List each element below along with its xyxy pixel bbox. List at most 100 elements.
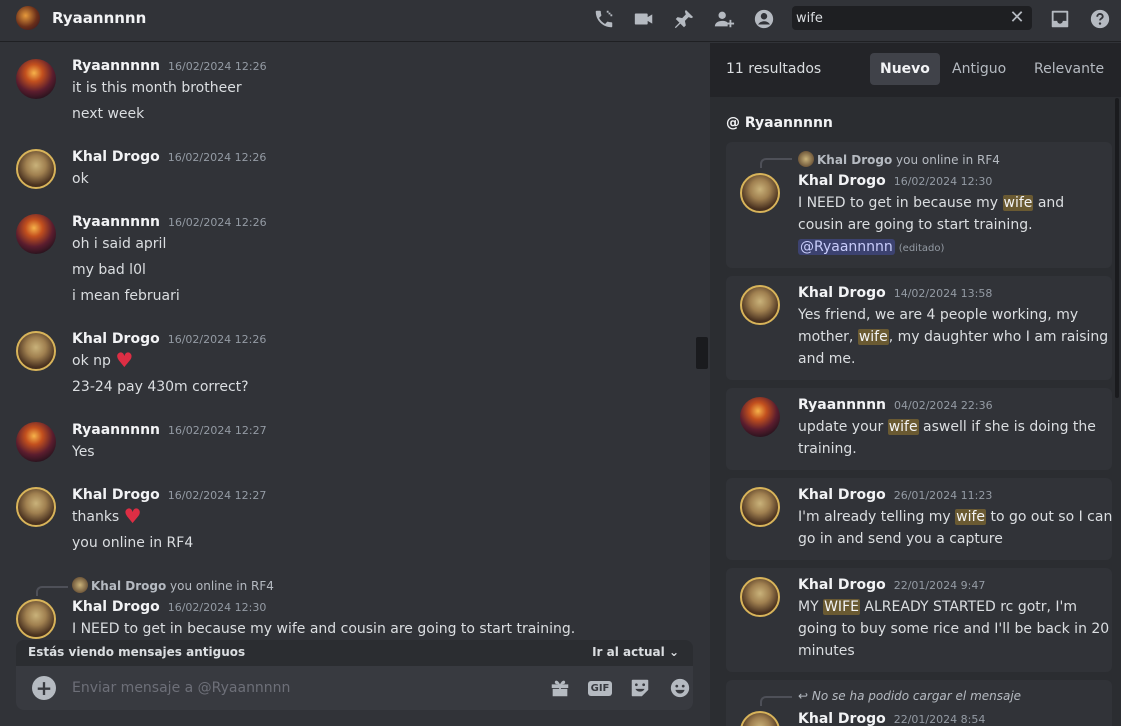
result-text: going to buy some rice and I'll be back … (798, 621, 1110, 637)
message-author[interactable]: Khal Drogo (72, 599, 160, 615)
message-timestamp: 26/01/2024 11:23 (893, 489, 993, 502)
message-timestamp: 16/02/2024 12:26 (167, 333, 267, 346)
search-result[interactable]: Khal Drogo 22/01/2024 9:47 MY WIFE ALREAD… (726, 568, 1112, 672)
results-scrollbar[interactable] (1115, 98, 1119, 398)
message-input[interactable] (72, 666, 532, 710)
search-result[interactable]: ↩ No se ha podido cargar el mensaje Khal… (726, 680, 1112, 726)
video-icon[interactable] (632, 7, 656, 31)
avatar (72, 577, 88, 593)
avatar[interactable] (740, 577, 780, 617)
result-text: minutes (798, 643, 855, 659)
reply-error: No se ha podido cargar el mensaje (811, 689, 1022, 703)
profile-icon[interactable] (752, 7, 776, 31)
pin-icon[interactable] (672, 7, 696, 31)
reply-arrow-icon: ↩ (798, 689, 809, 703)
heart-emoji-icon: ♥ (123, 504, 142, 528)
avatar[interactable] (16, 487, 56, 527)
result-text: MY (798, 599, 824, 615)
avatar[interactable] (16, 6, 40, 30)
result-text: I NEED to get in because my (798, 195, 1003, 211)
avatar[interactable] (16, 214, 56, 254)
message-author[interactable]: Ryaannnnn (72, 58, 160, 74)
help-icon[interactable] (1088, 7, 1112, 31)
jump-to-present-button[interactable]: Ir al actual ⌄ (592, 645, 679, 659)
message-text: it is this month brotheer (72, 80, 242, 96)
avatar[interactable] (16, 422, 56, 462)
sticker-icon[interactable] (628, 676, 652, 700)
result-text: cousin are going to start training. (798, 217, 1033, 233)
reply-connector (760, 696, 792, 706)
search-input[interactable] (796, 6, 1006, 30)
avatar[interactable] (740, 173, 780, 213)
reply-reference[interactable]: Khal Drogo you online in RF4 (72, 577, 274, 593)
message-author[interactable]: Khal Drogo (72, 331, 160, 347)
results-header: 11 resultados Nuevo Antiguo Relevante (710, 43, 1121, 97)
search-result[interactable]: Khal Drogo you online in RF4 Khal Drogo 1… (726, 142, 1112, 268)
edited-label: (editado) (898, 243, 945, 254)
message-author[interactable]: Khal Drogo (798, 173, 886, 189)
add-attachment-icon[interactable]: + (32, 676, 56, 700)
tab-relevant[interactable]: Relevante (1024, 53, 1114, 85)
result-text: mother, (798, 329, 858, 345)
result-text: go in and send you a capture (798, 531, 1003, 547)
channel-title[interactable]: Ryaannnnn (52, 9, 146, 27)
message-timestamp: 16/02/2024 12:26 (167, 151, 267, 164)
message-text: my bad l0l (72, 262, 146, 278)
avatar[interactable] (16, 331, 56, 371)
search-highlight: wife (955, 509, 987, 525)
search-result[interactable]: Ryaannnnn 04/02/2024 22:36 update your wi… (726, 388, 1112, 470)
tab-newest[interactable]: Nuevo (870, 53, 940, 85)
search-result[interactable]: Khal Drogo 14/02/2024 13:58 Yes friend, w… (726, 276, 1112, 380)
message-author[interactable]: Khal Drogo (72, 149, 160, 165)
search-results-panel: 11 resultados Nuevo Antiguo Relevante @ … (710, 43, 1121, 726)
results-channel-label[interactable]: @ Ryaannnnn (726, 115, 833, 131)
gif-icon[interactable]: GIF (587, 676, 613, 700)
message-list: Ryaannnnn 16/02/2024 12:26 it is this mon… (0, 43, 694, 726)
result-text: aswell if she is doing the (918, 419, 1096, 435)
message-author[interactable]: Ryaannnnn (72, 214, 160, 230)
avatar[interactable] (740, 397, 780, 437)
message-author[interactable]: Ryaannnnn (798, 397, 886, 413)
reply-reference[interactable]: Khal Drogo you online in RF4 (798, 151, 1000, 167)
jump-label: Ir al actual (592, 645, 665, 659)
avatar[interactable] (740, 711, 780, 726)
search-box: ✕ (792, 6, 1032, 30)
tab-oldest[interactable]: Antiguo (942, 53, 1016, 85)
message-author[interactable]: Khal Drogo (72, 487, 160, 503)
result-text: to go out so I can (986, 509, 1113, 525)
message-author[interactable]: Khal Drogo (798, 711, 886, 726)
message-text: I NEED to get in because my wife and cou… (72, 621, 576, 637)
chat-scrollbar-thumb[interactable] (696, 337, 708, 369)
message-timestamp: 16/02/2024 12:30 (893, 175, 993, 188)
message-author[interactable]: Khal Drogo (798, 487, 886, 503)
old-messages-bar: Estás viendo mensajes antiguos Ir al act… (16, 640, 693, 666)
message-author[interactable]: Ryaannnnn (72, 422, 160, 438)
message-author[interactable]: Khal Drogo (798, 577, 886, 593)
result-text: I'm already telling my (798, 509, 956, 525)
reply-text: you online in RF4 (896, 153, 1000, 167)
message-text: you online in RF4 (72, 535, 194, 551)
avatar[interactable] (16, 149, 56, 189)
gift-icon[interactable] (548, 676, 572, 700)
user-mention[interactable]: @Ryaannnnn (798, 239, 895, 255)
avatar[interactable] (740, 487, 780, 527)
reply-author: Khal Drogo (817, 153, 893, 167)
message-text: oh i said april (72, 236, 167, 252)
gif-label: GIF (587, 680, 613, 696)
search-highlight: wife (887, 419, 919, 435)
avatar[interactable] (16, 599, 56, 639)
message-author[interactable]: Khal Drogo (798, 285, 886, 301)
close-icon[interactable]: ✕ (1008, 9, 1026, 27)
message-timestamp: 16/02/2024 12:27 (167, 489, 267, 502)
search-highlight: wife (857, 329, 889, 345)
chat-scrollbar[interactable] (694, 43, 710, 726)
message-timestamp: 16/02/2024 12:26 (168, 216, 267, 229)
emoji-icon[interactable] (668, 676, 692, 700)
search-result[interactable]: Khal Drogo 26/01/2024 11:23 I'm already t… (726, 478, 1112, 560)
add-member-icon[interactable] (712, 7, 736, 31)
inbox-icon[interactable] (1048, 7, 1072, 31)
chevron-down-icon: ⌄ (668, 645, 679, 659)
avatar[interactable] (740, 285, 780, 325)
call-icon[interactable] (592, 7, 616, 31)
avatar[interactable] (16, 59, 56, 99)
